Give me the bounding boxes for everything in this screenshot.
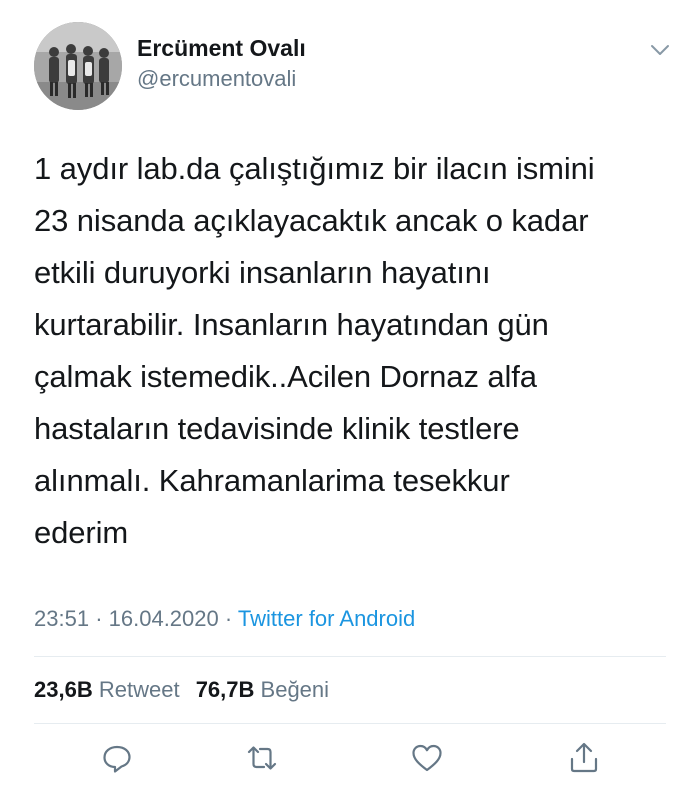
heart-icon[interactable] <box>409 740 445 776</box>
tweet-header: Ercüment Ovalı @ercumentovali <box>34 22 674 112</box>
tweet-source-link[interactable]: Twitter for Android <box>238 606 415 631</box>
tweet-card: Ercüment Ovalı @ercumentovali 1 aydır la… <box>0 0 700 806</box>
meta-separator: · <box>224 606 233 631</box>
tweet-date[interactable]: 16.04.2020 <box>109 606 219 631</box>
tweet-time[interactable]: 23:51 <box>34 606 89 631</box>
divider <box>34 723 666 724</box>
action-bar <box>0 740 700 784</box>
like-count: 76,7B <box>195 677 255 702</box>
chevron-down-icon[interactable] <box>646 40 674 60</box>
meta-separator: · <box>95 606 103 631</box>
retweet-label: Retweet <box>98 677 180 702</box>
avatar[interactable] <box>34 22 122 110</box>
retweet-count: 23,6B <box>34 677 93 702</box>
avatar-photo <box>34 22 122 110</box>
display-name[interactable]: Ercüment Ovalı <box>137 34 306 62</box>
user-handle[interactable]: @ercumentovali <box>137 64 306 94</box>
like-label: Beğeni <box>260 677 330 702</box>
divider <box>34 656 666 657</box>
reply-icon[interactable] <box>99 740 135 776</box>
like-stat[interactable]: 76,7B Beğeni <box>196 677 329 702</box>
tweet-text: 1 aydır lab.da çalıştığımız bir ilacın i… <box>34 151 595 550</box>
tweet-stats: 23,6B Retweet 76,7B Beğeni <box>34 675 329 705</box>
share-icon[interactable] <box>566 740 602 776</box>
retweet-icon[interactable] <box>244 740 280 776</box>
retweet-stat[interactable]: 23,6B Retweet <box>34 677 186 702</box>
tweet-meta: 23:51 · 16.04.2020 · Twitter for Android <box>34 604 415 634</box>
user-names: Ercüment Ovalı @ercumentovali <box>137 34 306 94</box>
